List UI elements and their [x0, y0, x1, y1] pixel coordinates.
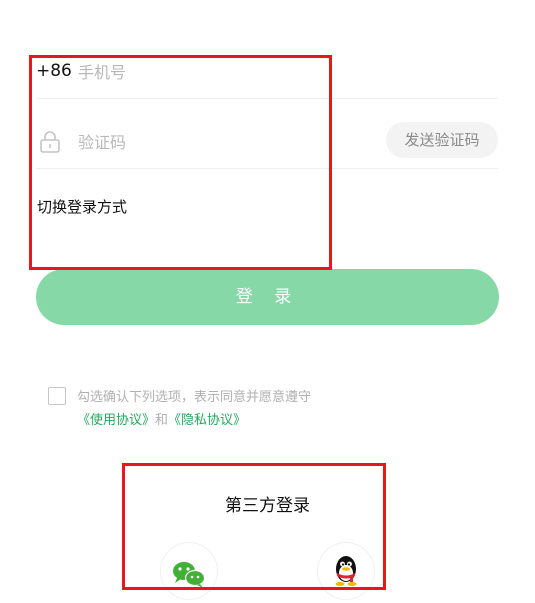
login-page: +86 发送验证码 切换登录方式 登 录 勾选确认下列选项，表示同意并愿意遵守 … [0, 0, 535, 603]
country-code[interactable]: +86 [36, 61, 72, 81]
wechat-login-button[interactable] [161, 543, 217, 599]
verification-code-input[interactable] [78, 129, 368, 155]
wechat-icon [173, 562, 206, 588]
privacy-policy-link[interactable]: 《隐私协议》 [168, 413, 246, 428]
login-button[interactable]: 登 录 [36, 269, 499, 325]
phone-row: +86 [36, 52, 498, 99]
third-party-login-title: 第三方登录 [225, 496, 310, 516]
agreement-links: 《使用协议》和《隐私协议》 [77, 409, 246, 428]
qq-login-button[interactable] [318, 543, 374, 599]
agreement-text: 勾选确认下列选项，表示同意并愿意遵守 [77, 390, 312, 405]
agreement-connector: 和 [155, 413, 169, 428]
switch-login-method-link[interactable]: 切换登录方式 [37, 196, 127, 217]
lock-icon [38, 130, 62, 154]
qq-icon [335, 556, 357, 586]
code-row: 发送验证码 [36, 118, 498, 169]
user-agreement-link[interactable]: 《使用协议》 [77, 413, 155, 428]
agreement-checkbox[interactable] [48, 387, 66, 405]
send-code-button[interactable]: 发送验证码 [386, 122, 498, 158]
phone-input[interactable] [78, 59, 378, 85]
